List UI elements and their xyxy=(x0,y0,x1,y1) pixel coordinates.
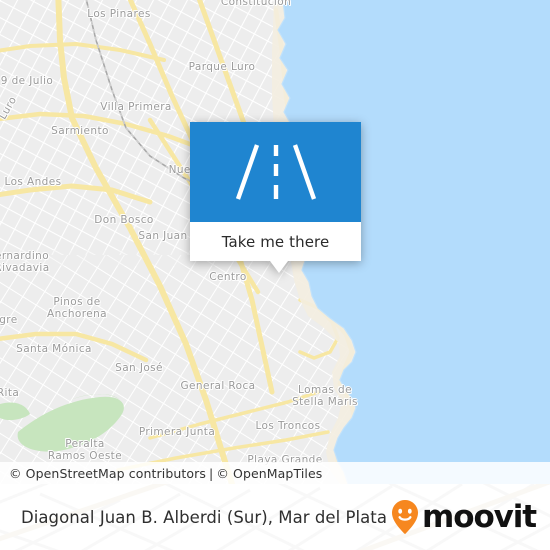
attribution-openmaptiles[interactable]: © OpenMapTiles xyxy=(216,466,322,481)
attribution-osm[interactable]: © OpenStreetMap contributors xyxy=(9,466,206,481)
map-attribution: © OpenStreetMap contributors | © OpenMap… xyxy=(0,462,550,484)
map-popup-card[interactable]: Take me there xyxy=(190,122,361,273)
moovit-brand-logo[interactable]: moovit xyxy=(390,498,537,535)
moovit-wordmark: moovit xyxy=(422,498,537,535)
take-me-there-label: Take me there xyxy=(221,232,330,251)
popup-pointer-tail xyxy=(270,261,288,273)
place-title: Diagonal Juan B. Alberdi (Sur), Mar del … xyxy=(21,507,387,527)
road-icon xyxy=(235,144,316,200)
popup-action-row[interactable]: Take me there xyxy=(190,222,361,261)
footer-bar: Diagonal Juan B. Alberdi (Sur), Mar del … xyxy=(0,484,550,550)
footer-content: Diagonal Juan B. Alberdi (Sur), Mar del … xyxy=(0,484,550,550)
popup-icon-header xyxy=(190,122,361,222)
attribution-separator: | xyxy=(209,465,214,481)
map-canvas[interactable]: Los Pinares Constitución Parque Luro 9 de J… xyxy=(0,0,550,484)
moovit-smiley-pin-icon xyxy=(392,500,419,534)
moovit-map-screenshot: Los Pinares Constitución Parque Luro 9 de J… xyxy=(0,0,550,550)
